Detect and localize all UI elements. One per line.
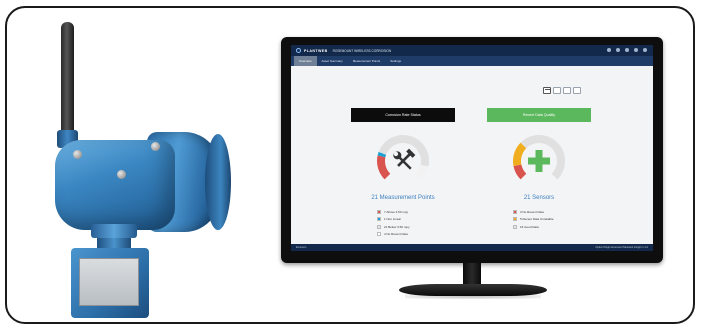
app-footer: Emerson Optics Plugin Emerson Plantweb I…	[291, 244, 653, 251]
legend-item: 3 No Recent Data	[513, 208, 554, 216]
notification-icon[interactable]	[607, 48, 611, 52]
app-header: PLANTWEB ROSEMOUNT WIRELESS CORROSION	[291, 45, 653, 56]
gauge-segment-recent-data-unreliable[interactable]	[513, 142, 527, 167]
legend-label: 3 No Recent Data	[520, 209, 544, 214]
legend-item: 4 No Recent Data	[377, 231, 410, 239]
gauge-segment-above-3-50-mpy[interactable]	[377, 155, 391, 180]
housing-bolt	[151, 142, 160, 151]
legend-item: 21 Below 3.50 mpy	[377, 223, 410, 231]
legend-swatch	[377, 209, 381, 214]
legend-item: 1 Non Linear	[377, 216, 410, 224]
user-icon[interactable]	[625, 48, 629, 52]
legend-item: 16 Good Data	[513, 223, 554, 231]
footer-version: Optics Plugin Emerson Plantweb Insight 1…	[595, 246, 648, 249]
corrosion-rate-status-title[interactable]: Corrosion Rate Status	[351, 108, 455, 122]
legend-swatch	[513, 217, 517, 222]
tab-overview[interactable]: Overview	[294, 56, 317, 66]
gauge-segment-no-recent-data[interactable]	[415, 164, 429, 180]
antenna	[61, 22, 74, 140]
logout-icon[interactable]	[643, 48, 647, 52]
plantweb-logo-icon	[296, 48, 301, 53]
sensors-caption: 21 Sensors	[523, 195, 555, 201]
view-toolbar	[543, 87, 581, 94]
view-option-button[interactable]	[573, 87, 581, 94]
legend-swatch	[377, 217, 381, 222]
legend-swatch	[513, 224, 517, 229]
housing-bolt	[73, 150, 82, 159]
legend-item: 7 Above 3.50 mpy	[377, 208, 410, 216]
legend-label: 4 No Recent Data	[384, 232, 408, 237]
image-frame: PLANTWEB ROSEMOUNT WIRELESS CORROSION Ov…	[5, 6, 695, 324]
legend-label: 16 Good Data	[520, 224, 539, 229]
monitor-screen: PLANTWEB ROSEMOUNT WIRELESS CORROSION Ov…	[291, 45, 653, 251]
monitor-stand-shadow	[405, 294, 541, 299]
app-name: ROSEMOUNT WIRELESS CORROSION	[332, 48, 392, 53]
corrosion-rate-gauge[interactable]	[373, 131, 433, 191]
app-brand: PLANTWEB	[304, 48, 328, 53]
header-icons	[607, 48, 647, 52]
calendar-icon[interactable]	[543, 87, 551, 94]
legend-label: 5 Recent Data Unreliable	[520, 217, 554, 222]
corrosion-legend: 7 Above 3.50 mpy 1 Non Linear 21 Below 3.5…	[377, 208, 410, 238]
legend-swatch	[377, 224, 381, 229]
legend-label: 1 Non Linear	[384, 217, 402, 222]
monitor: PLANTWEB ROSEMOUNT WIRELESS CORROSION Ov…	[281, 37, 663, 263]
tab-asset-summary[interactable]: Asset Summary	[317, 56, 348, 66]
mounting-nut	[91, 224, 137, 238]
housing-end-cap	[205, 134, 231, 230]
help-icon[interactable]	[634, 48, 638, 52]
measurement-points-caption: 21 Measurement Points	[371, 195, 435, 201]
tab-settings[interactable]: Settings	[385, 56, 406, 66]
footer-brand: Emerson	[296, 246, 307, 249]
legend-item: 5 Recent Data Unreliable	[513, 216, 554, 224]
tab-bar: Overview Asset Summary Measurement Point…	[291, 56, 653, 66]
corrosion-transmitter-device	[47, 22, 247, 322]
data-quality-gauge[interactable]	[509, 131, 569, 191]
settings-icon[interactable]	[616, 48, 620, 52]
legend-swatch	[513, 209, 517, 214]
recent-data-quality-title[interactable]: Recent Data Quality	[487, 108, 591, 122]
plus-icon	[528, 150, 550, 172]
tab-measurement-points[interactable]: Measurement Points	[348, 56, 386, 66]
tools-icon	[393, 148, 416, 170]
legend-label: 21 Below 3.50 mpy	[384, 224, 410, 229]
gauge-segment-non-linear[interactable]	[377, 151, 387, 158]
gauge-segment-no-recent-data[interactable]	[513, 164, 527, 180]
legend-swatch	[377, 232, 381, 237]
view-option-button[interactable]	[563, 87, 571, 94]
legend-label: 7 Above 3.50 mpy	[384, 209, 409, 214]
gauge-segments	[377, 135, 429, 180]
view-option-button[interactable]	[553, 87, 561, 94]
quality-legend: 3 No Recent Data 5 Recent Data Unreliable…	[513, 208, 554, 231]
housing-bolt	[117, 170, 126, 179]
junction-box-label-plate	[79, 258, 139, 306]
